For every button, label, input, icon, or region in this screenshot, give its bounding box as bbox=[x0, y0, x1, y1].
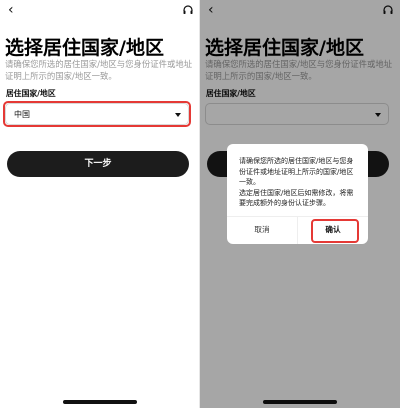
page-title: 选择居住国家/地区 bbox=[5, 37, 164, 59]
confirm-dialog: 请确保您所选的居住国家/地区与您身份证件或地址证明上所示的国家/地区一致。 选定… bbox=[227, 144, 368, 244]
dialog-message-line: 选定居住国家/地区后如需修改，将需要完成额外的身份认证步骤。 bbox=[239, 188, 354, 208]
home-indicator bbox=[63, 400, 137, 404]
confirm-highlight-box bbox=[311, 219, 359, 243]
page-subtitle: 请确保您所选的居住国家/地区与您身份证件或地址证明上所示的国家/地区一致。 bbox=[5, 59, 193, 81]
headset-icon[interactable] bbox=[182, 4, 194, 16]
right-screen: ‹ 选择居住国家/地区 请确保您所选的居住国家/地区与您身份证件或地址证明上所示… bbox=[200, 0, 400, 408]
dialog-message-line: 请确保您所选的居住国家/地区与您身份证件或地址证明上所示的国家/地区一致。 bbox=[239, 157, 354, 186]
select-highlight-box bbox=[3, 101, 191, 127]
country-field-label: 居住国家/地区 bbox=[6, 89, 56, 98]
left-screen: ‹ 选择居住国家/地区 请确保您所选的居住国家/地区与您身份证件或地址证明上所示… bbox=[0, 0, 200, 408]
next-step-button[interactable]: 下一步 bbox=[7, 151, 189, 177]
back-icon[interactable]: ‹ bbox=[8, 2, 14, 18]
dialog-message: 请确保您所选的居住国家/地区与您身份证件或地址证明上所示的国家/地区一致。 选定… bbox=[239, 156, 359, 209]
cancel-button[interactable]: 取消 bbox=[227, 216, 297, 244]
